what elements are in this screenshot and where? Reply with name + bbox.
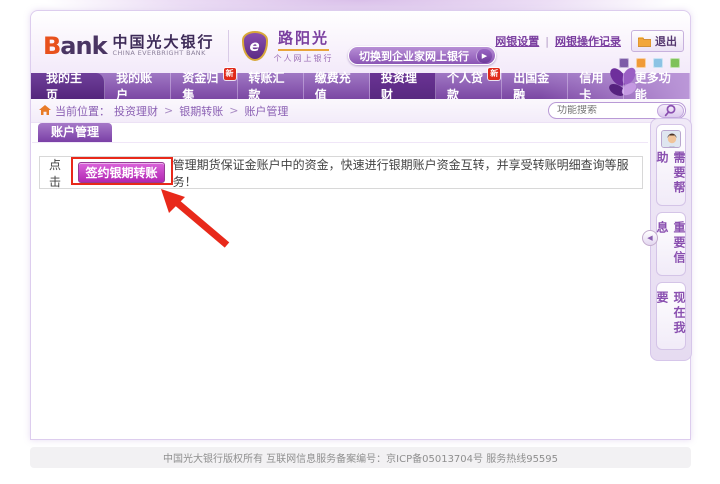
search-button[interactable]: [657, 104, 684, 118]
sunshine-brand-badge: e 路阳光 个人网上银行: [242, 27, 334, 64]
switch-to-corporate-banking-button[interactable]: 切换到企业家网上银行 ▶: [348, 46, 496, 65]
new-badge: 新: [488, 68, 500, 80]
header-quick-links: 网银设置 | 网银操作记录 退出: [495, 30, 684, 52]
click-prefix-text: 点击: [49, 156, 72, 190]
help-sidebar: 需要帮助 重要信息 现在我要 ◀: [650, 118, 692, 361]
now-i-want-button[interactable]: 现在我要: [656, 282, 686, 350]
tab-underline: [32, 142, 648, 143]
nav-tab-transfer-remittance[interactable]: 转账汇款: [238, 73, 304, 99]
breadcrumb-item-bank-futures-transfer: 银期转账: [179, 103, 223, 119]
breadcrumb-row: 当前位置： 投资理财 > 银期转账 > 账户管理: [31, 99, 690, 123]
need-help-button[interactable]: 需要帮助: [656, 124, 686, 206]
annotation-arrow-icon: [161, 189, 235, 251]
play-arrow-icon: ▶: [476, 49, 492, 63]
bank-logo: Bank 中国光大银行 CHINA EVERBRIGHT BANK: [43, 32, 215, 60]
brand-name: 路阳光: [278, 27, 329, 51]
service-agent-avatar: [661, 130, 681, 148]
ebank-settings-link[interactable]: 网银设置: [495, 33, 539, 49]
footer: 中国光大银行版权所有 互联网信息服务备案编号：京ICP备05013704号 服务…: [30, 447, 691, 468]
search-icon: [664, 104, 677, 117]
e-shield-icon: e: [242, 31, 268, 61]
nav-tab-investment[interactable]: 投资理财: [370, 73, 436, 99]
bank-name-cn: 中国光大银行: [113, 34, 215, 51]
bank-logotype: Bank: [43, 32, 107, 60]
theme-square-green[interactable]: [670, 58, 680, 68]
breadcrumb-label: 当前位置：: [55, 103, 110, 119]
theme-square-blue[interactable]: [653, 58, 663, 68]
nav-tab-fund-collection[interactable]: 资金归集新: [171, 73, 237, 99]
nav-tab-home[interactable]: 我的主页: [31, 73, 105, 99]
important-info-button[interactable]: 重要信息: [656, 212, 686, 276]
bank-name-en: CHINA EVERBRIGHT BANK: [113, 50, 215, 57]
search-input[interactable]: [557, 105, 653, 116]
brand-subtitle: 个人网上银行: [274, 53, 334, 64]
function-search: [548, 102, 686, 119]
logout-folder-icon: [638, 36, 651, 47]
sign-bank-futures-transfer-button[interactable]: 签约银期转账: [78, 162, 164, 183]
header-divider: [228, 30, 229, 62]
nav-tab-my-accounts[interactable]: 我的账户: [105, 73, 171, 99]
logo-letter-b: B: [43, 32, 60, 60]
nav-tab-personal-loan[interactable]: 个人贷款新: [436, 73, 502, 99]
ebank-operation-log-link[interactable]: 网银操作记录: [555, 33, 621, 49]
banking-window: Bank 中国光大银行 CHINA EVERBRIGHT BANK e 路阳光 …: [30, 10, 691, 440]
header-left: Bank 中国光大银行 CHINA EVERBRIGHT BANK e 路阳光 …: [43, 27, 334, 64]
tab-account-management[interactable]: 账户管理: [38, 123, 112, 142]
breadcrumb-item-account-management: 账户管理: [244, 103, 288, 119]
main-navigation: 我的主页 我的账户 资金归集新 转账汇款 缴费充值 投资理财 个人贷款新 出国金…: [31, 73, 690, 99]
nav-tabs: 我的主页 我的账户 资金归集新 转账汇款 缴费充值 投资理财 个人贷款新 出国金…: [31, 73, 690, 99]
nav-tab-more-functions[interactable]: 更多功能: [624, 73, 690, 99]
copyright-text: 中国光大银行版权所有 互联网信息服务备案编号：京ICP备05013704号 服务…: [163, 450, 558, 465]
nav-tab-bill-payment[interactable]: 缴费充值: [304, 73, 370, 99]
chevron-left-icon: ◀: [647, 234, 652, 242]
logout-button[interactable]: 退出: [631, 30, 684, 52]
nav-tab-overseas-finance[interactable]: 出国金融: [502, 73, 568, 99]
nav-tab-credit-card[interactable]: 信用卡: [568, 73, 623, 99]
signup-prompt-box: 点击 签约银期转账 管理期货保证金账户中的资金，快速进行银期账户资金互转，并享受…: [39, 156, 643, 189]
prompt-description: 管理期货保证金账户中的资金，快速进行银期账户资金互转，并享受转账明细查询等服务！: [173, 156, 642, 190]
breadcrumb: 当前位置： 投资理财 > 银期转账 > 账户管理: [39, 103, 288, 119]
header: Bank 中国光大银行 CHINA EVERBRIGHT BANK e 路阳光 …: [31, 11, 690, 73]
new-badge: 新: [224, 68, 236, 80]
page: Bank 中国光大银行 CHINA EVERBRIGHT BANK e 路阳光 …: [0, 0, 720, 484]
home-icon: [39, 105, 51, 116]
breadcrumb-item-investment: 投资理财: [114, 103, 158, 119]
sidebar-collapse-button[interactable]: ◀: [642, 230, 658, 246]
